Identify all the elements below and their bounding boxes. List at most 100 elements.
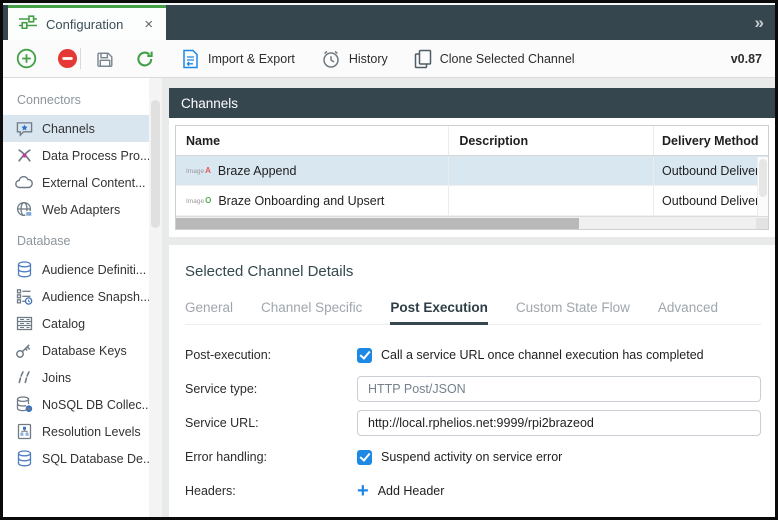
key-icon <box>15 343 33 359</box>
post-execution-form: Post-execution: Call a service URL once … <box>185 342 761 517</box>
content-area: Connectors Channels Data Process Pro... … <box>3 78 775 517</box>
import-export-button[interactable]: Import & Export <box>181 49 295 69</box>
sidebar-item-label: Audience Definiti... <box>42 263 146 277</box>
field-label: Headers: <box>185 484 357 498</box>
section-title-database: Database <box>3 223 149 256</box>
selected-channel-details-panel: Selected Channel Details General Channel… <box>169 245 775 517</box>
post-execution-checkbox[interactable] <box>357 348 372 363</box>
field-label: Error handling: <box>185 450 357 464</box>
sidebar-item-label: Audience Snapsh... <box>42 290 149 304</box>
field-label: Post-execution: <box>185 348 357 362</box>
table-horizontal-scrollbar-thumb[interactable] <box>176 218 579 229</box>
tab-custom-state-flow[interactable]: Custom State Flow <box>516 300 630 325</box>
sidebar-item-audience-definitions[interactable]: Audience Definiti... <box>3 256 149 283</box>
sidebar-item-sql-database-definitions[interactable]: SQL Database De... <box>3 445 149 472</box>
sidebar: Connectors Channels Data Process Pro... … <box>3 78 149 517</box>
table-vertical-scrollbar-thumb[interactable] <box>759 159 767 197</box>
table-header-row: Name Description Delivery Method <box>176 126 768 156</box>
tab-title: Configuration <box>46 17 123 32</box>
sidebar-scrollbar-thumb[interactable] <box>151 100 160 228</box>
sidebar-item-label: External Content... <box>42 176 146 190</box>
channels-panel-header: Channels <box>169 88 775 118</box>
add-button[interactable] <box>16 48 37 69</box>
database-icon <box>15 450 33 467</box>
remove-button[interactable] <box>57 48 78 69</box>
add-header-label: Add Header <box>378 484 445 498</box>
sidebar-item-catalog[interactable]: Catalog <box>3 310 149 337</box>
details-title: Selected Channel Details <box>185 263 761 280</box>
sidebar-item-label: SQL Database De... <box>42 452 149 466</box>
cloud-icon <box>15 176 33 189</box>
table-row[interactable]: ImageA Braze Append Outbound Delivery <box>176 156 768 186</box>
save-icon <box>95 49 115 69</box>
form-row-service-type: Service type: <box>185 376 761 402</box>
sidebar-scrollbar[interactable] <box>149 78 162 517</box>
channels-table: Name Description Delivery Method ImageA … <box>175 125 769 230</box>
sidebar-item-label: Data Process Pro... <box>42 149 149 163</box>
chevron-right-icon[interactable]: » <box>755 13 775 33</box>
field-label: Service type: <box>185 382 357 396</box>
process-atom-icon <box>15 147 33 164</box>
toolbar-divider <box>80 48 81 69</box>
sliders-icon <box>19 15 37 34</box>
minus-circle-icon <box>57 48 78 69</box>
sidebar-item-resolution-levels[interactable]: Resolution Levels <box>3 418 149 445</box>
refresh-icon <box>135 49 155 69</box>
history-label: History <box>349 52 388 66</box>
tab-channel-specific[interactable]: Channel Specific <box>261 300 362 325</box>
service-url-input[interactable] <box>357 410 761 436</box>
toolbar: Import & Export History Clone Selected C… <box>3 40 775 78</box>
globe-icon <box>15 201 33 218</box>
nosql-database-icon <box>15 396 33 413</box>
clone-channel-label: Clone Selected Channel <box>440 52 575 66</box>
sidebar-item-joins[interactable]: Joins <box>3 364 149 391</box>
close-icon[interactable]: × <box>144 17 153 32</box>
scrollbar-corner <box>756 218 768 229</box>
sidebar-item-database-keys[interactable]: Database Keys <box>3 337 149 364</box>
tab-advanced[interactable]: Advanced <box>658 300 718 325</box>
table-row[interactable]: ImageO Braze Onboarding and Upsert Outbo… <box>176 186 768 216</box>
channel-delivery-method: Outbound Delivery <box>653 186 768 215</box>
sidebar-item-data-process-projects[interactable]: Data Process Pro... <box>3 142 149 169</box>
sidebar-item-label: Joins <box>42 371 71 385</box>
sidebar-item-external-content[interactable]: External Content... <box>3 169 149 196</box>
field-label: Service URL: <box>185 416 357 430</box>
sidebar-item-channels[interactable]: Channels <box>3 115 149 142</box>
save-button[interactable] <box>95 49 115 69</box>
column-header-delivery-method[interactable]: Delivery Method <box>653 126 768 155</box>
app-window: Configuration × » Import & Export Histor… <box>0 0 778 520</box>
main-area: Channels Name Description Delivery Metho… <box>169 78 775 517</box>
title-bar: Configuration × » <box>3 3 775 40</box>
clone-channel-button[interactable]: Clone Selected Channel <box>414 49 575 69</box>
column-header-name[interactable]: Name <box>176 134 448 148</box>
sidebar-item-label: Web Adapters <box>42 203 120 217</box>
add-header-button[interactable]: + Add Header <box>357 484 444 498</box>
form-row-service-url: Service URL: <box>185 410 761 436</box>
import-export-icon <box>181 49 200 69</box>
plus-circle-icon <box>16 48 37 69</box>
form-row-headers: Headers: + Add Header <box>185 478 761 504</box>
tab-general[interactable]: General <box>185 300 233 325</box>
history-button[interactable]: History <box>321 49 388 69</box>
history-clock-icon <box>321 49 341 69</box>
channel-name: Braze Append <box>218 164 297 178</box>
channel-logo-placeholder: ImageA <box>186 166 211 175</box>
checkbox-label: Suspend activity on service error <box>381 450 562 464</box>
sidebar-item-web-adapters[interactable]: Web Adapters <box>3 196 149 223</box>
chat-bubble-star-icon <box>15 121 33 137</box>
sidebar-item-audience-snapshots[interactable]: Audience Snapsh... <box>3 283 149 310</box>
catalog-grid-icon <box>15 316 33 331</box>
form-row-post-execution: Post-execution: Call a service URL once … <box>185 342 761 368</box>
column-header-description[interactable]: Description <box>448 126 653 155</box>
table-vertical-scrollbar[interactable] <box>757 157 768 216</box>
sidebar-item-label: Resolution Levels <box>42 425 141 439</box>
table-horizontal-scrollbar[interactable] <box>176 216 768 229</box>
service-type-input[interactable] <box>357 376 761 402</box>
sidebar-item-nosql-db-collections[interactable]: NoSQL DB Collec... <box>3 391 149 418</box>
tab-configuration[interactable]: Configuration × <box>8 5 166 40</box>
details-tabs: General Channel Specific Post Execution … <box>185 300 761 325</box>
refresh-button[interactable] <box>135 49 155 69</box>
error-handling-checkbox[interactable] <box>357 450 372 465</box>
tab-post-execution[interactable]: Post Execution <box>390 300 488 325</box>
form-row-error-handling: Error handling: Suspend activity on serv… <box>185 444 761 470</box>
